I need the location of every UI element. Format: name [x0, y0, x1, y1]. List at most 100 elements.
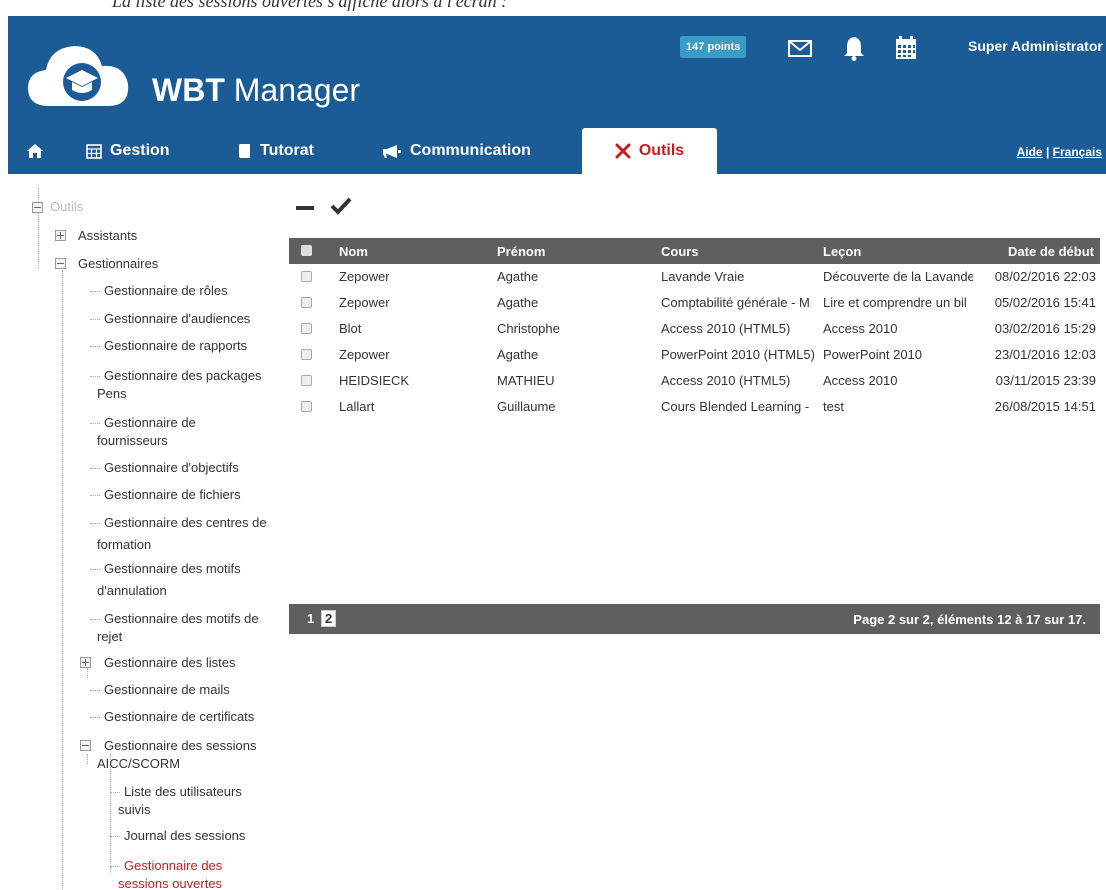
user-menu[interactable]: Super Administrator: [968, 38, 1103, 54]
tree-item-gestionnaires[interactable]: Gestionnaires: [78, 255, 158, 273]
tree-item[interactable]: Gestionnaire des centres de: [90, 514, 267, 532]
table-cell: Agathe: [497, 295, 539, 310]
tree-item[interactable]: Gestionnaire de rapports: [89, 337, 247, 355]
tree-subitem-selected[interactable]: Gestionnaire des: [109, 857, 222, 875]
tab-gestion[interactable]: Gestion: [86, 128, 170, 174]
tree-item-wrap[interactable]: d'annulation: [97, 582, 167, 600]
tree-item[interactable]: Gestionnaire des motifs de: [90, 610, 259, 628]
tree-item[interactable]: Gestionnaire de certificats: [89, 708, 254, 726]
minus-icon[interactable]: [296, 206, 314, 210]
table-cell: Guillaume: [497, 399, 556, 414]
tools-tree: Outils Assistants Gestionnaires Gestionn…: [0, 174, 285, 890]
language-link[interactable]: Français: [1053, 145, 1102, 159]
tree-item[interactable]: Gestionnaire des motifs: [90, 560, 241, 578]
tab-label: Outils: [638, 142, 685, 159]
expand-toggle[interactable]: [80, 657, 91, 668]
mail-icon[interactable]: [786, 34, 814, 62]
select-all-checkbox[interactable]: [301, 245, 312, 256]
expand-toggle[interactable]: [55, 230, 66, 241]
check-icon[interactable]: [330, 196, 352, 216]
tab-communication[interactable]: Communication: [382, 128, 531, 174]
tree-subitem[interactable]: Liste des utilisateurs: [110, 783, 242, 801]
tree-item[interactable]: Gestionnaire d'audiences: [89, 310, 250, 328]
sessions-table: Nom Prénom Cours Leçon Date de début Zep…: [289, 238, 1100, 420]
tree-item[interactable]: Gestionnaire des sessions: [104, 737, 256, 755]
table-cell: Access 2010: [823, 373, 898, 388]
page-current[interactable]: 2: [321, 610, 337, 627]
table-cell: Lavande Vraie: [661, 269, 745, 284]
brand-title: WBT Manager: [152, 72, 361, 108]
table-cell: Blot: [339, 321, 362, 336]
help-link[interactable]: Aide: [1017, 145, 1043, 159]
tree-item-wrap[interactable]: rejet: [97, 628, 122, 646]
tree-subitem-selected-wrap[interactable]: sessions ouvertes: [118, 875, 222, 890]
tree-item[interactable]: Gestionnaire de mails: [90, 681, 230, 699]
caption-text: La liste des sessions ouvertes s'affiche…: [112, 0, 508, 11]
tab-home[interactable]: [26, 128, 52, 174]
table-cell: Access 2010 (HTML5): [661, 321, 791, 336]
tree-item-wrap[interactable]: formation: [97, 536, 151, 554]
table-cell: Zepower: [339, 295, 390, 310]
column-header[interactable]: Prénom: [497, 244, 545, 259]
table-cell: Access 2010: [823, 321, 898, 336]
table-cell: 05/02/2016 15:41: [994, 295, 1096, 310]
row-checkbox[interactable]: [301, 349, 312, 360]
tab-tutorat[interactable]: Tutorat: [238, 128, 314, 174]
tree-item[interactable]: Gestionnaire de: [90, 414, 196, 432]
table-cell: 26/08/2015 14:51: [994, 399, 1096, 414]
table-row[interactable]: Zepower Agathe Lavande Vraie Découverte de …: [289, 264, 1100, 290]
tree-item[interactable]: Gestionnaire de fichiers: [90, 486, 241, 504]
tree-item-wrap[interactable]: Pens: [97, 385, 127, 403]
table-cell: Cours Blended Learning -: [661, 399, 810, 414]
table-row[interactable]: Zepower Agathe Comptabilité générale - M Li…: [289, 290, 1100, 316]
column-header[interactable]: Leçon: [823, 244, 861, 259]
table-cell: PowerPoint 2010: [823, 347, 923, 362]
points-badge[interactable]: 147 points: [680, 36, 747, 58]
row-checkbox[interactable]: [301, 323, 312, 334]
cloud-graduation-logo: [28, 46, 129, 106]
tree-subitem-wrap[interactable]: suivis: [118, 801, 151, 819]
collapse-toggle[interactable]: [80, 740, 91, 751]
table-cell: 03/11/2015 23:39: [995, 373, 1096, 388]
collapse-toggle[interactable]: [32, 202, 43, 213]
table-cell: Lallart: [339, 399, 375, 414]
tree-item[interactable]: Gestionnaire des listes: [104, 654, 236, 672]
table-cell: MATHIEU: [497, 373, 555, 388]
row-checkbox[interactable]: [301, 271, 312, 282]
column-header[interactable]: Nom: [339, 244, 368, 259]
table-body: Zepower Agathe Lavande Vraie Découverte de …: [289, 264, 1100, 420]
tree-subitem[interactable]: Journal des sessions: [109, 827, 245, 845]
collapse-toggle[interactable]: [55, 258, 66, 269]
table-row[interactable]: HEIDSIECK MATHIEU Access 2010 (HTML5) Acces…: [289, 368, 1100, 394]
table-cell: Découverte de la Lavande: [823, 269, 973, 284]
row-checkbox[interactable]: [301, 297, 312, 308]
tab-label: Tutorat: [260, 142, 314, 159]
row-checkbox[interactable]: [301, 401, 312, 412]
page-link[interactable]: 1: [307, 611, 314, 626]
table-cell: HEIDSIECK: [339, 373, 410, 388]
column-header[interactable]: Cours: [661, 244, 699, 259]
table-icon: [86, 143, 102, 159]
pagination-bar: 1 2 Page 2 sur 2, éléments 12 à 17 sur 1…: [289, 604, 1100, 634]
tree-item-wrap[interactable]: AICC/SCORM: [97, 755, 180, 773]
tab-outils[interactable]: Outils: [582, 128, 717, 174]
tree-item[interactable]: Gestionnaire d'objectifs: [90, 459, 239, 477]
tree-item[interactable]: Gestionnaire de rôles: [90, 282, 228, 300]
table-row[interactable]: Blot Christophe Access 2010 (HTML5) Access …: [289, 316, 1100, 342]
tree-item-assistants[interactable]: Assistants: [78, 227, 137, 245]
table-cell: 23/01/2016 12:03: [994, 347, 1096, 362]
table-cell: Zepower: [339, 269, 390, 284]
table-cell: Access 2010 (HTML5): [661, 373, 791, 388]
table-cell: test: [823, 399, 844, 414]
tree-root-outils[interactable]: Outils: [50, 198, 83, 216]
calendar-icon[interactable]: [892, 34, 920, 62]
tree-item[interactable]: Gestionnaire des packages: [90, 367, 262, 385]
table-row[interactable]: Lallart Guillaume Cours Blended Learning -…: [289, 394, 1100, 420]
tab-label: Gestion: [110, 142, 170, 159]
app-header: WBT Manager 147 points Super Administrat…: [8, 16, 1106, 128]
table-row[interactable]: Zepower Agathe PowerPoint 2010 (HTML5) Powe…: [289, 342, 1100, 368]
tree-item-wrap[interactable]: fournisseurs: [97, 432, 168, 450]
column-header[interactable]: Date de début: [1008, 244, 1094, 259]
bell-icon[interactable]: [840, 34, 868, 62]
row-checkbox[interactable]: [301, 375, 312, 386]
